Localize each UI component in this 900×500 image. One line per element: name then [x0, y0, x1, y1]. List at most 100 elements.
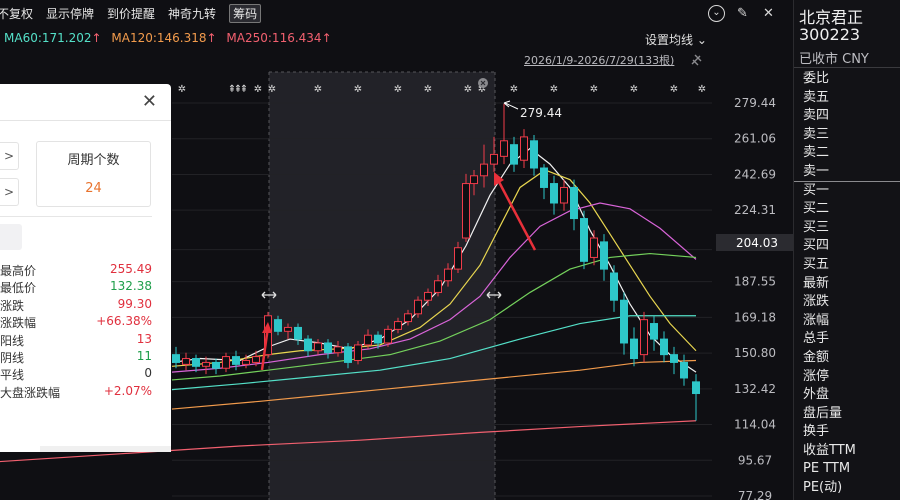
- candle-up: [560, 186, 568, 204]
- quote-field: 涨跌: [803, 294, 830, 310]
- event-marker: ✲: [464, 84, 472, 95]
- stat-label: 平线: [0, 368, 25, 383]
- candle-down: [192, 358, 200, 367]
- candle-down: [550, 183, 558, 204]
- price-tick-label: 224.31: [734, 203, 776, 217]
- candle-up: [434, 280, 442, 293]
- set-ma-button[interactable]: 设置均线 ⌄: [645, 31, 707, 48]
- popup-header: ✕: [0, 84, 171, 121]
- event-marker: ✲: [510, 84, 518, 95]
- candle-down: [600, 241, 608, 270]
- stat-value: 11: [136, 349, 152, 363]
- candle-down: [510, 144, 518, 165]
- price-tick-label: 77.29: [738, 489, 772, 500]
- candle-up: [364, 334, 372, 346]
- event-marker: ✲: [254, 84, 262, 95]
- toolbar-adjust[interactable]: 不复权: [0, 5, 33, 22]
- ma-legend: MA60:171.202↑ MA120:146.318↑ MA250:116.4…: [4, 31, 338, 45]
- period-count-label: 周期个数: [67, 153, 120, 168]
- candle-down: [570, 186, 578, 220]
- price-tick-label: 261.06: [734, 132, 776, 146]
- candle-up: [590, 237, 598, 258]
- candle-up: [394, 321, 402, 330]
- event-marker: ✲: [550, 84, 558, 95]
- quote-field: 金额: [803, 349, 830, 365]
- quote-field: 涨幅: [803, 312, 830, 328]
- candle-down: [294, 326, 302, 340]
- market-status: 已收市 CNY: [799, 52, 869, 67]
- candle-up: [480, 163, 488, 177]
- price-tick-label: 114.04: [734, 418, 776, 432]
- event-marker: ✲: [394, 84, 402, 95]
- stat-label: 最低价: [0, 281, 37, 296]
- stat-value: 255.49: [110, 262, 152, 276]
- chevron-down-icon[interactable]: ⌄: [708, 5, 725, 22]
- close-icon[interactable]: ✕: [760, 5, 777, 22]
- candle-up: [384, 328, 392, 344]
- high-price-annotation: 279.44: [520, 106, 562, 120]
- candle-down: [172, 354, 180, 363]
- price-tick-label: 279.44: [734, 96, 776, 110]
- toolbar-show-suspend[interactable]: 显示停牌: [46, 5, 94, 22]
- event-marker: ✲: [424, 84, 432, 95]
- selection-region[interactable]: [269, 72, 495, 500]
- divider: [0, 216, 152, 217]
- stat-value: +66.38%: [96, 314, 152, 329]
- candle-down: [680, 361, 688, 379]
- ma120-label: MA120:146.318↑: [111, 31, 217, 45]
- quote-field: 外盘: [803, 387, 830, 403]
- candle-down: [530, 140, 538, 169]
- candle-down: [670, 354, 678, 363]
- quote-field: 总手: [803, 331, 830, 347]
- toolbar-magic-nine[interactable]: 神奇九转: [168, 5, 216, 22]
- event-marker: ✲: [178, 84, 186, 95]
- candle-up: [470, 175, 478, 185]
- stat-row: 涨跌幅 +66.38%: [0, 314, 152, 331]
- brush-icon[interactable]: ✎: [734, 5, 751, 22]
- candle-down: [610, 272, 618, 301]
- candle-up: [252, 356, 260, 363]
- candle-down: [692, 381, 700, 395]
- current-price-label: 204.03: [736, 236, 778, 250]
- price-tick-label: 132.42: [734, 382, 776, 396]
- quote-field: 涨停: [803, 368, 830, 384]
- selection-close-icon[interactable]: [478, 78, 488, 88]
- popup-input[interactable]: [0, 224, 22, 250]
- chevron-right-icon[interactable]: >: [0, 142, 19, 170]
- price-tick-label: 95.67: [738, 453, 772, 467]
- candle-up: [284, 326, 292, 332]
- candle-up: [222, 356, 230, 369]
- divider: [794, 67, 900, 68]
- event-marker: ✲: [590, 84, 598, 95]
- stat-label: 涨跌幅: [0, 316, 37, 331]
- quote-field: 收益TTM: [803, 442, 856, 458]
- candle-down: [324, 342, 332, 354]
- quote-field: 买二: [803, 201, 830, 217]
- chevron-right-icon[interactable]: >: [0, 178, 19, 206]
- interval-stats-popup: ✕ > > 周期个数 24 最高价 255.49 最低价 132.38 涨跌 99.30 涨…: [0, 84, 171, 452]
- candle-down: [344, 346, 352, 363]
- candle-up: [334, 346, 342, 354]
- candle-up: [462, 183, 470, 239]
- stat-label: 涨跌: [0, 298, 25, 313]
- stat-value: 0: [144, 366, 152, 381]
- candle-up: [242, 359, 250, 365]
- quote-field: 买四: [803, 238, 830, 254]
- stat-row: 最低价 132.38: [0, 279, 152, 296]
- quote-field: 买一: [803, 182, 830, 198]
- stat-value: 132.38: [110, 279, 152, 294]
- event-marker: ✲: [268, 84, 276, 95]
- quote-panel: 北京君正 300223 已收市 CNY 委比 卖五 卖四 卖三 卖二 卖一 买一 买二 买三 买四…: [793, 0, 900, 500]
- quote-field: 买五: [803, 256, 830, 272]
- close-icon[interactable]: ✕: [142, 91, 157, 112]
- toolbar-chips[interactable]: 筹码: [229, 3, 262, 23]
- price-tick-label: 242.69: [734, 167, 776, 181]
- candle-up: [444, 268, 452, 282]
- toolbar-price-alert[interactable]: 到价提醒: [107, 5, 155, 22]
- quote-field: 买三: [803, 219, 830, 235]
- toolbar: 日线 不复权 显示停牌 到价提醒 神奇九转 筹码: [0, 0, 274, 26]
- event-marker: ✲: [698, 84, 706, 95]
- candle-up: [414, 299, 422, 315]
- candle-up: [640, 319, 648, 356]
- candle-down: [374, 334, 382, 344]
